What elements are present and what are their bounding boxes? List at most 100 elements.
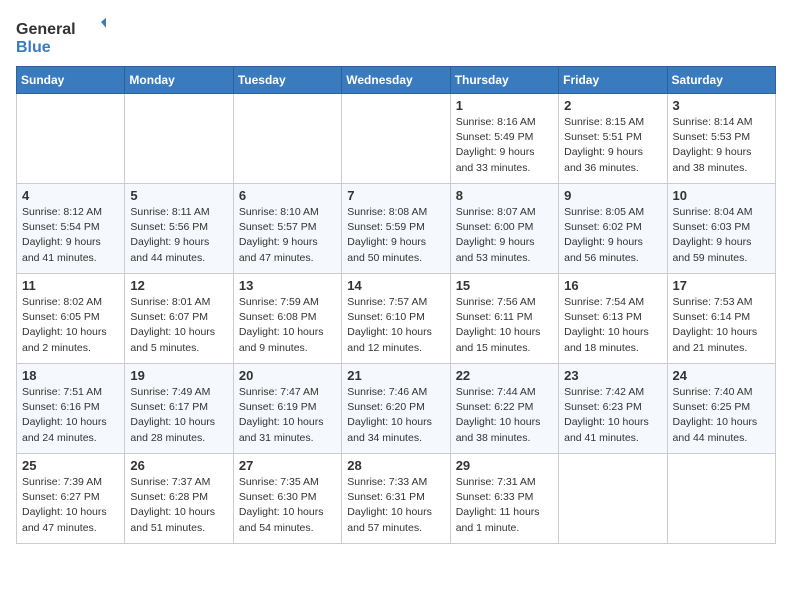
weekday-header-saturday: Saturday bbox=[667, 67, 775, 94]
day-number: 16 bbox=[564, 278, 661, 293]
calendar-day-cell: 14 Sunrise: 7:57 AMSunset: 6:10 PMDayligh… bbox=[342, 274, 450, 364]
weekday-header-row: SundayMondayTuesdayWednesdayThursdayFrid… bbox=[17, 67, 776, 94]
calendar-empty-cell bbox=[559, 454, 667, 544]
day-info: Sunrise: 8:08 AMSunset: 5:59 PMDaylight:… bbox=[347, 205, 444, 266]
day-info: Sunrise: 7:42 AMSunset: 6:23 PMDaylight:… bbox=[564, 385, 661, 446]
calendar-week-row: 11 Sunrise: 8:02 AMSunset: 6:05 PMDayligh… bbox=[17, 274, 776, 364]
day-info: Sunrise: 7:46 AMSunset: 6:20 PMDaylight:… bbox=[347, 385, 444, 446]
day-info: Sunrise: 8:07 AMSunset: 6:00 PMDaylight:… bbox=[456, 205, 553, 266]
calendar-empty-cell bbox=[233, 94, 341, 184]
calendar-empty-cell bbox=[17, 94, 125, 184]
day-number: 21 bbox=[347, 368, 444, 383]
day-info: Sunrise: 7:56 AMSunset: 6:11 PMDaylight:… bbox=[456, 295, 553, 356]
day-info: Sunrise: 8:14 AMSunset: 5:53 PMDaylight:… bbox=[673, 115, 770, 176]
day-number: 6 bbox=[239, 188, 336, 203]
calendar-empty-cell bbox=[342, 94, 450, 184]
day-info: Sunrise: 7:54 AMSunset: 6:13 PMDaylight:… bbox=[564, 295, 661, 356]
calendar-day-cell: 29 Sunrise: 7:31 AMSunset: 6:33 PMDayligh… bbox=[450, 454, 558, 544]
calendar-day-cell: 12 Sunrise: 8:01 AMSunset: 6:07 PMDayligh… bbox=[125, 274, 233, 364]
calendar-day-cell: 27 Sunrise: 7:35 AMSunset: 6:30 PMDayligh… bbox=[233, 454, 341, 544]
calendar-day-cell: 20 Sunrise: 7:47 AMSunset: 6:19 PMDayligh… bbox=[233, 364, 341, 454]
calendar-day-cell: 3 Sunrise: 8:14 AMSunset: 5:53 PMDaylight… bbox=[667, 94, 775, 184]
day-number: 23 bbox=[564, 368, 661, 383]
day-info: Sunrise: 7:37 AMSunset: 6:28 PMDaylight:… bbox=[130, 475, 227, 536]
calendar-day-cell: 24 Sunrise: 7:40 AMSunset: 6:25 PMDayligh… bbox=[667, 364, 775, 454]
calendar-empty-cell bbox=[667, 454, 775, 544]
day-info: Sunrise: 8:04 AMSunset: 6:03 PMDaylight:… bbox=[673, 205, 770, 266]
calendar-day-cell: 25 Sunrise: 7:39 AMSunset: 6:27 PMDayligh… bbox=[17, 454, 125, 544]
day-number: 13 bbox=[239, 278, 336, 293]
calendar-day-cell: 7 Sunrise: 8:08 AMSunset: 5:59 PMDaylight… bbox=[342, 184, 450, 274]
day-number: 17 bbox=[673, 278, 770, 293]
day-number: 12 bbox=[130, 278, 227, 293]
calendar-table: SundayMondayTuesdayWednesdayThursdayFrid… bbox=[16, 66, 776, 544]
calendar-day-cell: 11 Sunrise: 8:02 AMSunset: 6:05 PMDayligh… bbox=[17, 274, 125, 364]
day-info: Sunrise: 7:39 AMSunset: 6:27 PMDaylight:… bbox=[22, 475, 119, 536]
calendar-day-cell: 1 Sunrise: 8:16 AMSunset: 5:49 PMDaylight… bbox=[450, 94, 558, 184]
day-info: Sunrise: 7:59 AMSunset: 6:08 PMDaylight:… bbox=[239, 295, 336, 356]
header: General Blue bbox=[16, 16, 776, 58]
day-number: 14 bbox=[347, 278, 444, 293]
day-number: 15 bbox=[456, 278, 553, 293]
calendar-day-cell: 21 Sunrise: 7:46 AMSunset: 6:20 PMDayligh… bbox=[342, 364, 450, 454]
day-number: 19 bbox=[130, 368, 227, 383]
day-info: Sunrise: 7:57 AMSunset: 6:10 PMDaylight:… bbox=[347, 295, 444, 356]
day-info: Sunrise: 7:53 AMSunset: 6:14 PMDaylight:… bbox=[673, 295, 770, 356]
day-number: 24 bbox=[673, 368, 770, 383]
weekday-header-friday: Friday bbox=[559, 67, 667, 94]
day-info: Sunrise: 8:02 AMSunset: 6:05 PMDaylight:… bbox=[22, 295, 119, 356]
day-info: Sunrise: 7:40 AMSunset: 6:25 PMDaylight:… bbox=[673, 385, 770, 446]
calendar-day-cell: 13 Sunrise: 7:59 AMSunset: 6:08 PMDayligh… bbox=[233, 274, 341, 364]
day-info: Sunrise: 8:10 AMSunset: 5:57 PMDaylight:… bbox=[239, 205, 336, 266]
day-number: 3 bbox=[673, 98, 770, 113]
day-number: 29 bbox=[456, 458, 553, 473]
calendar-empty-cell bbox=[125, 94, 233, 184]
day-number: 10 bbox=[673, 188, 770, 203]
svg-text:General: General bbox=[16, 21, 76, 38]
calendar-day-cell: 19 Sunrise: 7:49 AMSunset: 6:17 PMDayligh… bbox=[125, 364, 233, 454]
day-number: 27 bbox=[239, 458, 336, 473]
calendar-day-cell: 18 Sunrise: 7:51 AMSunset: 6:16 PMDayligh… bbox=[17, 364, 125, 454]
day-info: Sunrise: 8:15 AMSunset: 5:51 PMDaylight:… bbox=[564, 115, 661, 176]
day-number: 8 bbox=[456, 188, 553, 203]
day-info: Sunrise: 7:51 AMSunset: 6:16 PMDaylight:… bbox=[22, 385, 119, 446]
day-info: Sunrise: 7:33 AMSunset: 6:31 PMDaylight:… bbox=[347, 475, 444, 536]
day-info: Sunrise: 8:16 AMSunset: 5:49 PMDaylight:… bbox=[456, 115, 553, 176]
day-number: 11 bbox=[22, 278, 119, 293]
day-number: 25 bbox=[22, 458, 119, 473]
calendar-day-cell: 5 Sunrise: 8:11 AMSunset: 5:56 PMDaylight… bbox=[125, 184, 233, 274]
day-number: 26 bbox=[130, 458, 227, 473]
day-info: Sunrise: 7:44 AMSunset: 6:22 PMDaylight:… bbox=[456, 385, 553, 446]
logo-svg: General Blue bbox=[16, 16, 106, 58]
day-number: 22 bbox=[456, 368, 553, 383]
day-info: Sunrise: 7:47 AMSunset: 6:19 PMDaylight:… bbox=[239, 385, 336, 446]
calendar-day-cell: 9Sunrise: 8:05 AMSunset: 6:02 PMDaylight… bbox=[559, 184, 667, 274]
day-number: 1 bbox=[456, 98, 553, 113]
day-info: Sunrise: 7:31 AMSunset: 6:33 PMDaylight:… bbox=[456, 475, 553, 536]
calendar-week-row: 18 Sunrise: 7:51 AMSunset: 6:16 PMDayligh… bbox=[17, 364, 776, 454]
day-info: Sunrise: 8:12 AMSunset: 5:54 PMDaylight:… bbox=[22, 205, 119, 266]
day-number: 28 bbox=[347, 458, 444, 473]
calendar-day-cell: 10 Sunrise: 8:04 AMSunset: 6:03 PMDayligh… bbox=[667, 184, 775, 274]
weekday-header-tuesday: Tuesday bbox=[233, 67, 341, 94]
day-number: 20 bbox=[239, 368, 336, 383]
calendar-day-cell: 4Sunrise: 8:12 AMSunset: 5:54 PMDaylight… bbox=[17, 184, 125, 274]
calendar-day-cell: 22 Sunrise: 7:44 AMSunset: 6:22 PMDayligh… bbox=[450, 364, 558, 454]
day-number: 5 bbox=[130, 188, 227, 203]
calendar-day-cell: 23 Sunrise: 7:42 AMSunset: 6:23 PMDayligh… bbox=[559, 364, 667, 454]
calendar-day-cell: 26 Sunrise: 7:37 AMSunset: 6:28 PMDayligh… bbox=[125, 454, 233, 544]
day-info: Sunrise: 7:35 AMSunset: 6:30 PMDaylight:… bbox=[239, 475, 336, 536]
day-info: Sunrise: 8:11 AMSunset: 5:56 PMDaylight:… bbox=[130, 205, 227, 266]
day-info: Sunrise: 8:01 AMSunset: 6:07 PMDaylight:… bbox=[130, 295, 227, 356]
calendar-day-cell: 6 Sunrise: 8:10 AMSunset: 5:57 PMDaylight… bbox=[233, 184, 341, 274]
weekday-header-thursday: Thursday bbox=[450, 67, 558, 94]
calendar-day-cell: 17 Sunrise: 7:53 AMSunset: 6:14 PMDayligh… bbox=[667, 274, 775, 364]
svg-text:Blue: Blue bbox=[16, 39, 51, 56]
calendar-day-cell: 16 Sunrise: 7:54 AMSunset: 6:13 PMDayligh… bbox=[559, 274, 667, 364]
day-number: 18 bbox=[22, 368, 119, 383]
calendar-day-cell: 2Sunrise: 8:15 AMSunset: 5:51 PMDaylight… bbox=[559, 94, 667, 184]
day-info: Sunrise: 8:05 AMSunset: 6:02 PMDaylight:… bbox=[564, 205, 661, 266]
day-number: 7 bbox=[347, 188, 444, 203]
day-info: Sunrise: 7:49 AMSunset: 6:17 PMDaylight:… bbox=[130, 385, 227, 446]
calendar-week-row: 4Sunrise: 8:12 AMSunset: 5:54 PMDaylight… bbox=[17, 184, 776, 274]
